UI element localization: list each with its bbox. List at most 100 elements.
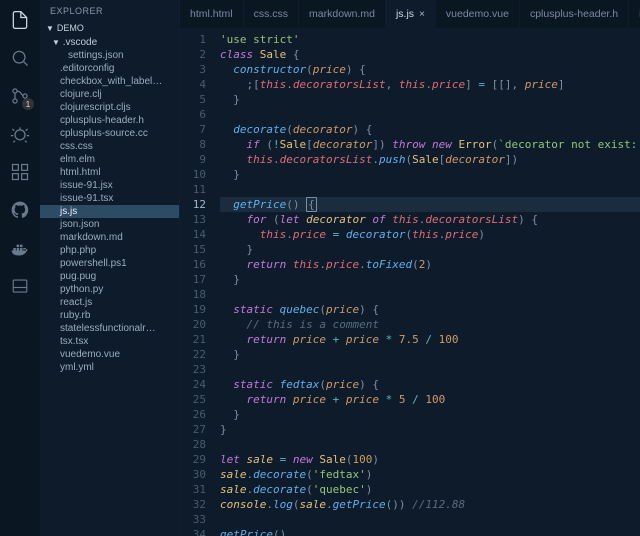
line-number: 25 bbox=[180, 392, 206, 407]
explorer-icon[interactable] bbox=[8, 8, 32, 32]
tab[interactable]: html.html bbox=[180, 0, 244, 28]
file-item[interactable]: react.js bbox=[40, 296, 179, 309]
line-number: 34 bbox=[180, 527, 206, 536]
file-item[interactable]: markdown.md bbox=[40, 231, 179, 244]
line-number: 3 bbox=[180, 62, 206, 77]
code-line[interactable]: } bbox=[220, 407, 640, 422]
code-line[interactable]: constructor(price) { bbox=[220, 62, 640, 77]
code-line[interactable]: } bbox=[220, 92, 640, 107]
line-number: 19 bbox=[180, 302, 206, 317]
file-item[interactable]: pug.pug bbox=[40, 270, 179, 283]
gutter: 1234567891011121314151617181920212223242… bbox=[180, 28, 214, 536]
code-line[interactable]: this.decoratorsList.push(Sale[decorator]… bbox=[220, 152, 640, 167]
folder-vscode[interactable]: ▼ .vscode bbox=[40, 36, 179, 49]
tab[interactable]: issue-91.jsx bbox=[629, 0, 640, 28]
code-line[interactable]: } bbox=[220, 422, 640, 437]
file-item[interactable]: html.html bbox=[40, 166, 179, 179]
github-icon[interactable] bbox=[8, 198, 32, 222]
tab-label: cplusplus-header.h bbox=[530, 8, 618, 20]
line-number: 17 bbox=[180, 272, 206, 287]
code-line[interactable]: class Sale { bbox=[220, 47, 640, 62]
line-number: 2 bbox=[180, 47, 206, 62]
file-item[interactable]: settings.json bbox=[40, 49, 179, 62]
line-number: 30 bbox=[180, 467, 206, 482]
file-item[interactable]: tsx.tsx bbox=[40, 335, 179, 348]
file-item[interactable]: ruby.rb bbox=[40, 309, 179, 322]
file-item[interactable]: js.js bbox=[40, 205, 179, 218]
code-line[interactable]: getPrice() bbox=[220, 527, 640, 536]
tab-label: html.html bbox=[190, 8, 233, 20]
line-number: 8 bbox=[180, 137, 206, 152]
code-line[interactable]: } bbox=[220, 167, 640, 182]
file-item[interactable]: php.php bbox=[40, 244, 179, 257]
file-item[interactable]: checkbox_with_label… bbox=[40, 75, 179, 88]
code-line[interactable]: } bbox=[220, 347, 640, 362]
code-area[interactable]: 'use strict'class Sale { constructor(pri… bbox=[214, 28, 640, 536]
search-icon[interactable] bbox=[8, 46, 32, 70]
scm-badge: 1 bbox=[22, 98, 34, 110]
code-line[interactable] bbox=[220, 182, 640, 197]
code-line[interactable]: ;[this.decoratorsList, this.price] = [[]… bbox=[220, 77, 640, 92]
code-line[interactable]: sale.decorate('quebec') bbox=[220, 482, 640, 497]
tab[interactable]: vuedemo.vue bbox=[436, 0, 520, 28]
line-number: 10 bbox=[180, 167, 206, 182]
code-line[interactable]: } bbox=[220, 272, 640, 287]
code-line[interactable]: for (let decorator of this.decoratorsLis… bbox=[220, 212, 640, 227]
code-line[interactable] bbox=[220, 287, 640, 302]
file-item[interactable]: yml.yml bbox=[40, 361, 179, 374]
code-line[interactable]: return this.price.toFixed(2) bbox=[220, 257, 640, 272]
code-line[interactable]: decorate(decorator) { bbox=[220, 122, 640, 137]
code-line[interactable]: return price + price * 7.5 / 100 bbox=[220, 332, 640, 347]
file-item[interactable]: cplusplus-header.h bbox=[40, 114, 179, 127]
editor[interactable]: 1234567891011121314151617181920212223242… bbox=[180, 28, 640, 536]
debug-icon[interactable] bbox=[8, 122, 32, 146]
activity-bar: 1 bbox=[0, 0, 40, 536]
code-line[interactable]: this.price = decorator(this.price) bbox=[220, 227, 640, 242]
code-line[interactable]: static quebec(price) { bbox=[220, 302, 640, 317]
tab[interactable]: js.js× bbox=[386, 0, 436, 28]
line-number: 12 bbox=[180, 197, 206, 212]
file-item[interactable]: python.py bbox=[40, 283, 179, 296]
code-line[interactable] bbox=[220, 512, 640, 527]
file-tree: ▼ .vscodesettings.json.editorconfigcheck… bbox=[40, 36, 179, 536]
file-item[interactable]: clojurescript.cljs bbox=[40, 101, 179, 114]
file-item[interactable]: cplusplus-source.cc bbox=[40, 127, 179, 140]
code-line[interactable]: // this is a comment bbox=[220, 317, 640, 332]
code-line[interactable] bbox=[220, 437, 640, 452]
tab[interactable]: markdown.md bbox=[299, 0, 386, 28]
file-item[interactable]: statelessfunctionalr… bbox=[40, 322, 179, 335]
code-line[interactable] bbox=[220, 107, 640, 122]
code-line[interactable]: let sale = new Sale(100) bbox=[220, 452, 640, 467]
file-item[interactable]: vuedemo.vue bbox=[40, 348, 179, 361]
file-item[interactable]: .editorconfig bbox=[40, 62, 179, 75]
file-item[interactable]: issue-91.tsx bbox=[40, 192, 179, 205]
code-line[interactable]: if (!Sale[decorator]) throw new Error(`d… bbox=[220, 137, 640, 152]
file-item[interactable]: css.css bbox=[40, 140, 179, 153]
code-line[interactable]: getPrice() { bbox=[220, 197, 640, 212]
code-line[interactable]: console.log(sale.getPrice()) //112.88 bbox=[220, 497, 640, 512]
code-line[interactable]: } bbox=[220, 242, 640, 257]
code-line[interactable]: return price + price * 5 / 100 bbox=[220, 392, 640, 407]
file-item[interactable]: issue-91.jsx bbox=[40, 179, 179, 192]
tab-label: vuedemo.vue bbox=[446, 8, 509, 20]
code-line[interactable]: sale.decorate('fedtax') bbox=[220, 467, 640, 482]
line-number: 4 bbox=[180, 77, 206, 92]
file-item[interactable]: json.json bbox=[40, 218, 179, 231]
line-number: 20 bbox=[180, 317, 206, 332]
file-item[interactable]: powershell.ps1 bbox=[40, 257, 179, 270]
file-item[interactable]: clojure.clj bbox=[40, 88, 179, 101]
source-control-icon[interactable]: 1 bbox=[8, 84, 32, 108]
tab[interactable]: cplusplus-header.h bbox=[520, 0, 629, 28]
line-number: 9 bbox=[180, 152, 206, 167]
extensions-icon[interactable] bbox=[8, 160, 32, 184]
file-item[interactable]: elm.elm bbox=[40, 153, 179, 166]
sidebar-section-demo[interactable]: ▼ DEMO bbox=[40, 20, 179, 36]
tab-label: css.css bbox=[254, 8, 288, 20]
code-line[interactable]: static fedtax(price) { bbox=[220, 377, 640, 392]
panel-icon[interactable] bbox=[8, 274, 32, 298]
docker-icon[interactable] bbox=[8, 236, 32, 260]
code-line[interactable] bbox=[220, 362, 640, 377]
tab[interactable]: css.css bbox=[244, 0, 299, 28]
code-line[interactable]: 'use strict' bbox=[220, 32, 640, 47]
close-icon[interactable]: × bbox=[419, 9, 425, 20]
